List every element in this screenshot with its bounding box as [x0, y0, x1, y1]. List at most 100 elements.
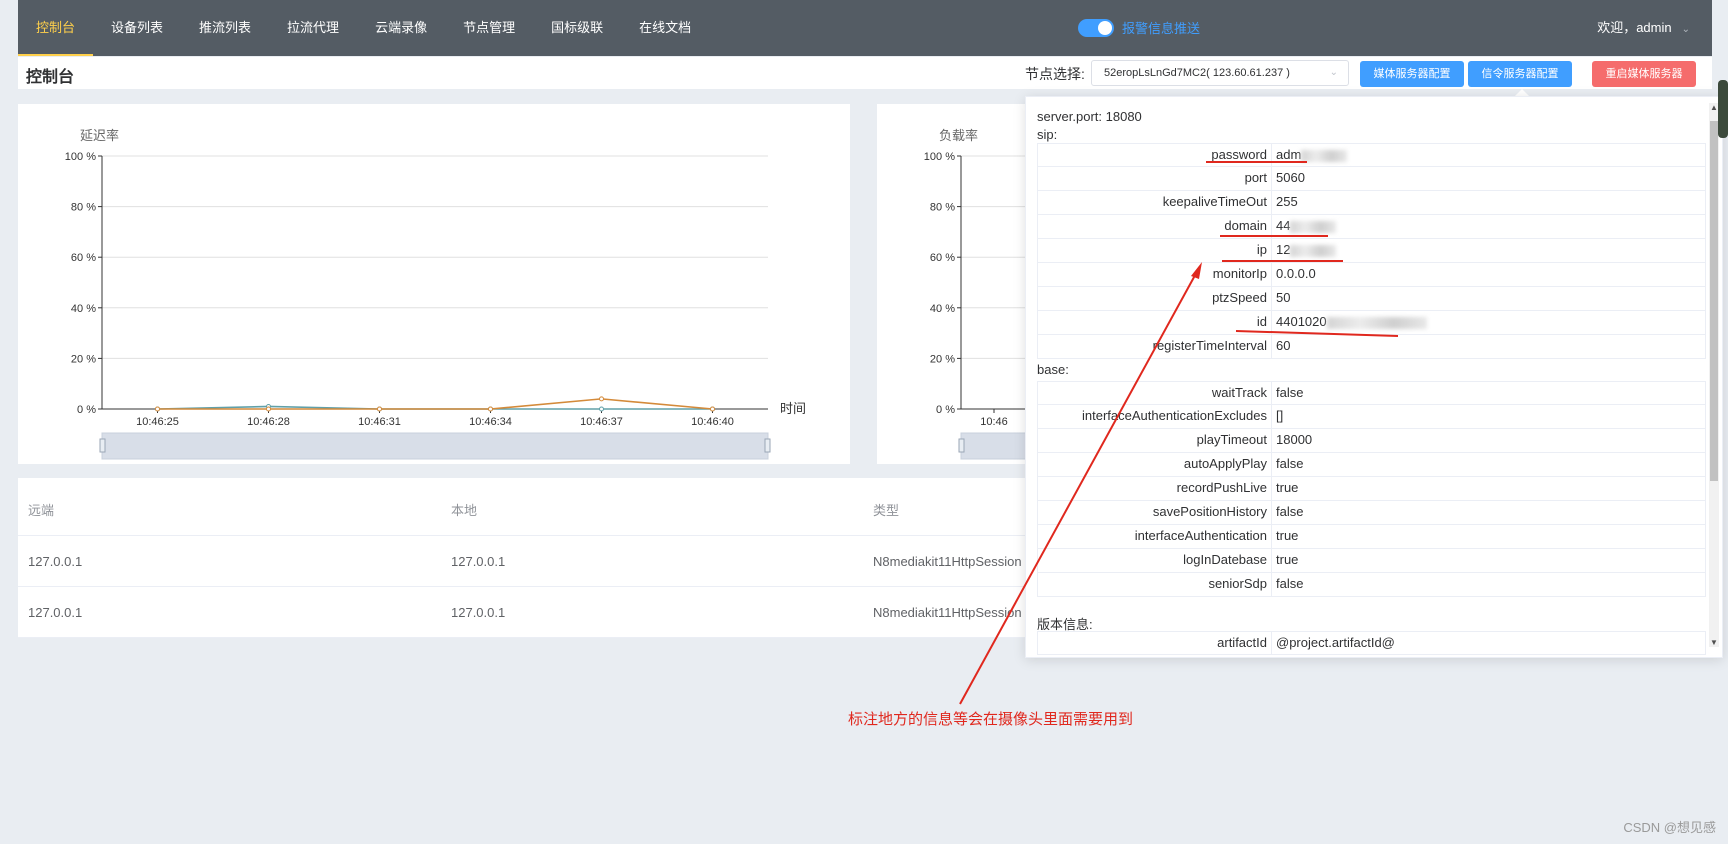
popover-scrollbar[interactable]: ▲ ▼ [1709, 103, 1719, 647]
sip-row-ptz-speed: ptzSpeed 50 [1037, 287, 1706, 311]
key: password [1038, 144, 1272, 167]
base-row: playTimeout 18000 [1037, 429, 1706, 453]
x-tick-label: 10:46 [980, 416, 1008, 428]
y-tick-label: 60 % [930, 252, 955, 264]
y-tick-label: 40 % [930, 303, 955, 315]
nav-item-pull-proxy[interactable]: 拉流代理 [269, 0, 357, 56]
zoom-handle-left [958, 438, 965, 453]
key: waitTrack [1038, 382, 1272, 405]
sip-section-label: sip: [1037, 127, 1058, 142]
popover-arrow [1515, 89, 1529, 96]
y-tick-label: 100 % [65, 151, 96, 163]
col-header-type: 类型 [873, 503, 900, 518]
y-tick-label: 0 % [77, 404, 96, 416]
redacted-blur [1290, 220, 1337, 233]
key: interfaceAuthentication [1038, 525, 1272, 548]
zoom-slider [101, 432, 769, 460]
sip-row-domain: domain 44 [1037, 215, 1706, 239]
col-header-remote: 远端 [28, 503, 55, 518]
value: [] [1276, 408, 1284, 423]
server-port-text: server.port: 18080 [1037, 109, 1142, 124]
key: keepaliveTimeOut [1038, 191, 1272, 214]
sip-row-id: id 4401020 [1037, 311, 1706, 335]
value: true [1276, 552, 1299, 567]
chevron-down-icon: ⌄ [1681, 24, 1690, 35]
key: playTimeout [1038, 429, 1272, 452]
sip-row-keepalive: keepaliveTimeOut 255 [1037, 191, 1706, 215]
x-axis-label: 时间 [780, 401, 806, 416]
user-menu[interactable]: 欢迎，admin ⌄ [1597, 0, 1690, 56]
redacted-blur [1326, 316, 1427, 329]
side-drawer-handle[interactable] [1718, 80, 1728, 138]
toggle-switch[interactable] [1078, 18, 1114, 37]
latency-chart: 延迟率 100 % 80 % 60 % 40 % 20 % 0 % 10:46:25 10:46… [65, 128, 806, 460]
nav-item-online-docs[interactable]: 在线文档 [621, 0, 709, 56]
y-tick-label: 80 % [71, 202, 96, 214]
cell-remote: 127.0.0.1 [28, 605, 83, 620]
base-row: interfaceAuthentication true [1037, 525, 1706, 549]
node-select[interactable]: 52eropLsLnGd7MC2( 123.60.61.237 ) ⌄ [1091, 60, 1349, 86]
value: 5060 [1276, 170, 1305, 185]
base-row: recordPushLive true [1037, 477, 1706, 501]
page-title: 控制台 [26, 69, 75, 86]
value: 18000 [1276, 432, 1313, 447]
col-header-local: 本地 [451, 503, 478, 518]
y-tick-label: 100 % [924, 151, 955, 163]
value: 12 [1276, 239, 1337, 261]
table-row: 127.0.0.1 127.0.0.1 N8mediakit11HttpSess… [18, 587, 1038, 638]
chevron-down-icon: ⌄ [1329, 67, 1338, 78]
zoom-handle-right [764, 438, 771, 453]
base-row: logInDatebase true [1037, 549, 1706, 573]
key: savePositionHistory [1038, 501, 1272, 524]
restart-media-server-button[interactable]: 重启媒体服务器 [1592, 61, 1696, 87]
connection-table: 远端 本地 类型 127.0.0.1 127.0.0.1 N8mediakit1… [18, 478, 1038, 638]
nav-item-console[interactable]: 控制台 [18, 0, 94, 56]
base-row: interfaceAuthenticationExcludes [] [1037, 405, 1706, 429]
nav-item-gb-cascade[interactable]: 国标级联 [533, 0, 621, 56]
media-server-config-button[interactable]: 媒体服务器配置 [1360, 61, 1464, 87]
x-tick-label: 10:46:40 [691, 416, 734, 428]
nav-item-device-list[interactable]: 设备列表 [93, 0, 181, 56]
table-header-row: 远端 本地 类型 [18, 478, 1038, 536]
alarm-push-toggle[interactable]: 报警信息推送 [1078, 18, 1200, 37]
key: logInDatebase [1038, 549, 1272, 572]
nav-item-node-manage[interactable]: 节点管理 [445, 0, 533, 56]
value: 0.0.0.0 [1276, 266, 1316, 281]
sip-row-monitor-ip: monitorIp 0.0.0.0 [1037, 263, 1706, 287]
welcome-text: 欢迎，admin [1597, 20, 1672, 35]
y-tick-label: 0 % [936, 404, 955, 416]
cell-type: N8mediakit11HttpSession [873, 605, 1022, 620]
chart-title: 延迟率 [80, 128, 119, 143]
scroll-up-arrow-icon[interactable]: ▲ [1710, 103, 1718, 112]
data-point [155, 406, 160, 412]
node-select-value: 52eropLsLnGd7MC2( 123.60.61.237 ) [1104, 67, 1290, 79]
value: @project.artifactId@ [1276, 635, 1395, 650]
cell-type: N8mediakit11HttpSession [873, 554, 1022, 569]
x-tick-label: 10:46:25 [136, 416, 179, 428]
x-tick-label: 10:46:28 [247, 416, 290, 428]
base-row: waitTrack false [1037, 381, 1706, 405]
key: monitorIp [1038, 263, 1272, 286]
sip-row-register-interval: registerTimeInterval 60 [1037, 335, 1706, 359]
x-tick-label: 10:46:37 [580, 416, 623, 428]
nav-item-cloud-record[interactable]: 云端录像 [357, 0, 445, 56]
key: domain [1038, 215, 1272, 238]
node-select-label: 节点选择: [1025, 66, 1085, 82]
value: true [1276, 528, 1299, 543]
data-point [377, 406, 382, 412]
y-tick-label: 60 % [71, 252, 96, 264]
scroll-thumb[interactable] [1710, 121, 1718, 481]
data-point [710, 406, 715, 412]
sip-row-ip: ip 12 [1037, 239, 1706, 263]
cell-local: 127.0.0.1 [451, 605, 506, 620]
value: false [1276, 576, 1304, 591]
nav-item-push-list[interactable]: 推流列表 [181, 0, 269, 56]
value: 44 [1276, 215, 1337, 237]
scroll-down-arrow-icon[interactable]: ▼ [1710, 638, 1718, 647]
sip-server-config-button[interactable]: 信令服务器配置 [1468, 61, 1572, 87]
data-point [599, 406, 604, 412]
key: port [1038, 167, 1272, 190]
cell-remote: 127.0.0.1 [28, 554, 83, 569]
redacted-blur [1301, 149, 1348, 162]
value: 50 [1276, 290, 1291, 305]
